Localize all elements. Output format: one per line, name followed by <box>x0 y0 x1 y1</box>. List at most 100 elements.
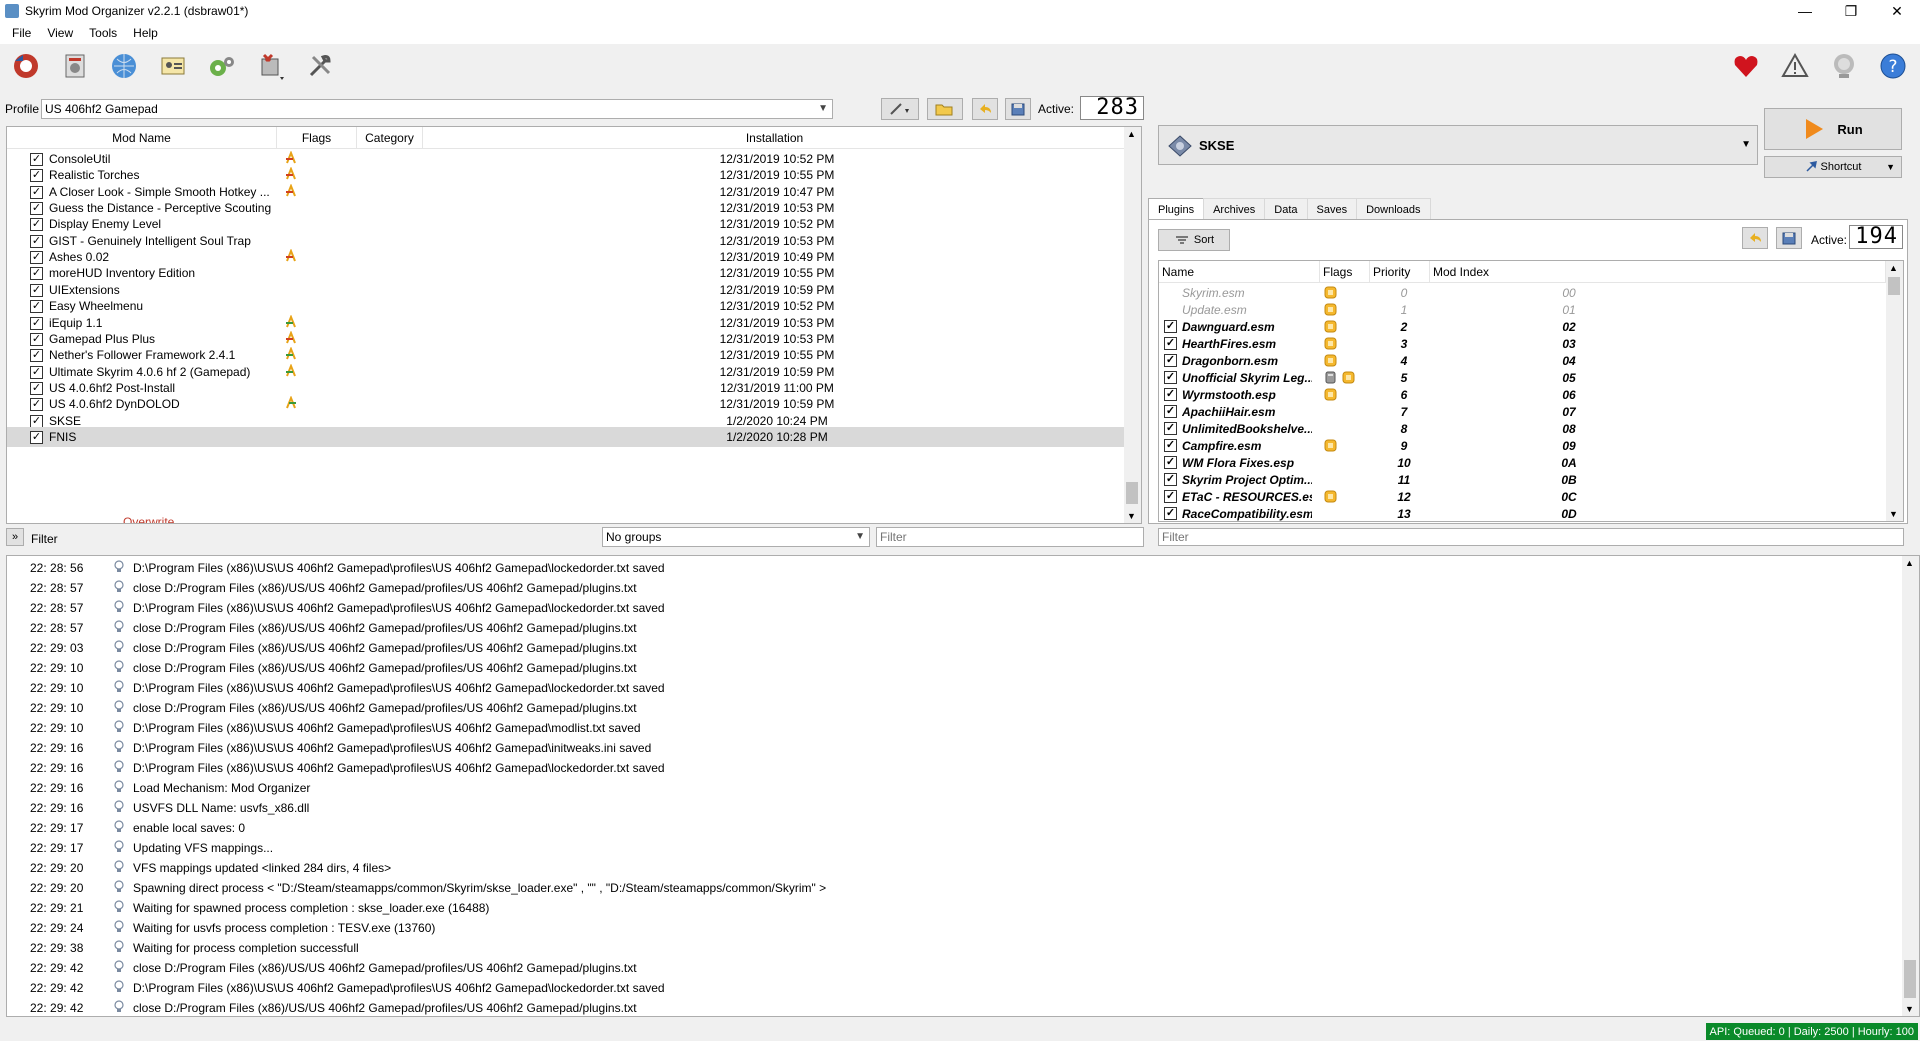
plugin-row[interactable]: ✓ Skyrim Project Optim... 11 0B <box>1159 471 1884 488</box>
plugin-checkbox[interactable]: ✓ <box>1164 422 1177 435</box>
profile-select[interactable]: US 406hf2 Gamepad ▼ <box>41 99 833 119</box>
plugin-list[interactable]: Name Flags Priority Mod Index Skyrim.esm… <box>1158 260 1904 522</box>
mod-checkbox[interactable]: ✓ <box>30 234 43 248</box>
menu-view[interactable]: View <box>39 26 81 40</box>
plugin-checkbox[interactable]: ✓ <box>1164 456 1177 469</box>
mod-checkbox[interactable]: ✓ <box>30 267 43 281</box>
executable-select[interactable]: SKSE ▼ <box>1158 125 1758 165</box>
mod-filter-input[interactable] <box>876 527 1144 547</box>
scroll-down-icon[interactable]: ▼ <box>1889 509 1898 519</box>
plugin-list-scrollbar[interactable]: ▲ ▼ <box>1886 261 1903 521</box>
mod-list-scrollbar[interactable]: ▲ ▼ <box>1124 127 1141 523</box>
mod-checkbox[interactable]: ✓ <box>30 430 43 444</box>
problems-icon[interactable] <box>1777 50 1813 82</box>
log-panel[interactable]: 22: 28: 56 D:\Program Files (x86)\US\US 4… <box>6 555 1920 1017</box>
scroll-up-icon[interactable]: ▲ <box>1127 129 1136 139</box>
header-installation[interactable]: Installation <box>423 127 1127 149</box>
plugin-row[interactable]: ✓ Dragonborn.esm 4 04 <box>1159 352 1884 369</box>
update-icon[interactable] <box>1826 50 1862 82</box>
tab-data[interactable]: Data <box>1264 198 1308 220</box>
tools-icon[interactable] <box>253 50 289 82</box>
header-category[interactable]: Category <box>357 127 423 149</box>
profiles-icon[interactable] <box>155 50 191 82</box>
mod-checkbox[interactable]: ✓ <box>30 398 43 412</box>
install-mod-icon[interactable] <box>57 50 93 82</box>
plugin-row[interactable]: ✓ Unofficial Skyrim Leg... 5 05 <box>1159 369 1884 386</box>
mod-checkbox[interactable]: ✓ <box>30 283 43 297</box>
plugin-checkbox[interactable]: ✓ <box>1164 490 1177 503</box>
open-folder-button[interactable] <box>927 98 963 120</box>
plugin-row[interactable]: ✓ UnlimitedBookshelve... 8 08 <box>1159 420 1884 437</box>
plugins-backup-button[interactable] <box>1776 227 1802 249</box>
menu-tools[interactable]: Tools <box>81 26 125 40</box>
plugin-row[interactable]: ✓ Dawnguard.esm 2 02 <box>1159 318 1884 335</box>
plugin-checkbox[interactable]: ✓ <box>1164 354 1177 367</box>
scroll-up-icon[interactable]: ▲ <box>1905 558 1914 568</box>
plugin-row[interactable]: ✓ HearthFires.esm 3 03 <box>1159 335 1884 352</box>
tab-saves[interactable]: Saves <box>1306 198 1358 220</box>
plugin-checkbox[interactable]: ✓ <box>1164 507 1177 520</box>
tab-downloads[interactable]: Downloads <box>1356 198 1431 220</box>
mod-actions-button[interactable] <box>881 98 919 120</box>
plugin-row[interactable]: ✓ ApachiiHair.esm 7 07 <box>1159 403 1884 420</box>
mod-checkbox[interactable]: ✓ <box>30 202 43 216</box>
nexus-icon[interactable] <box>106 50 142 82</box>
scroll-down-icon[interactable]: ▼ <box>1127 511 1136 521</box>
change-game-icon[interactable] <box>8 50 44 82</box>
plugin-checkbox[interactable]: ✓ <box>1164 405 1177 418</box>
executables-icon[interactable] <box>204 50 240 82</box>
plugin-filter-input[interactable] <box>1158 528 1904 546</box>
minimize-button[interactable]: — <box>1782 0 1828 22</box>
create-backup-button[interactable] <box>1005 98 1031 120</box>
scroll-thumb[interactable] <box>1888 277 1900 295</box>
endorse-icon[interactable] <box>1728 50 1764 82</box>
plugin-checkbox[interactable]: ✓ <box>1164 337 1177 350</box>
plugin-row[interactable]: Skyrim.esm 0 00 <box>1159 284 1884 301</box>
plugin-checkbox[interactable]: ✓ <box>1164 371 1177 384</box>
log-scrollbar[interactable]: ▲ ▼ <box>1902 556 1919 1016</box>
mod-checkbox[interactable]: ✓ <box>30 218 43 232</box>
maximize-button[interactable]: ❐ <box>1828 0 1874 22</box>
plugin-checkbox[interactable]: ✓ <box>1164 439 1177 452</box>
help-icon[interactable]: ? <box>1875 50 1911 82</box>
plugin-row[interactable]: ✓ WM Flora Fixes.esp 10 0A <box>1159 454 1884 471</box>
menu-file[interactable]: File <box>4 26 39 40</box>
menu-help[interactable]: Help <box>125 26 166 40</box>
groups-select[interactable]: No groups ▼ <box>602 527 870 547</box>
tab-archives[interactable]: Archives <box>1203 198 1266 220</box>
mod-checkbox[interactable]: ✓ <box>30 365 43 379</box>
mod-checkbox[interactable]: ✓ <box>30 251 43 265</box>
header-mod-name[interactable]: Mod Name <box>7 127 277 149</box>
mod-checkbox[interactable]: ✓ <box>30 300 43 314</box>
plugin-row[interactable]: ✓ ETaC - RESOURCES.esm 12 0C <box>1159 488 1884 505</box>
mod-checkbox[interactable]: ✓ <box>30 153 43 166</box>
scroll-thumb[interactable] <box>1904 960 1916 998</box>
tab-plugins[interactable]: Plugins <box>1148 198 1205 220</box>
mod-checkbox[interactable]: ✓ <box>30 316 43 330</box>
header-mod-index[interactable]: Mod Index <box>1430 261 1886 283</box>
plugin-row[interactable]: ✓ Wyrmstooth.esp 6 06 <box>1159 386 1884 403</box>
header-flags[interactable]: Flags <box>277 127 357 149</box>
scroll-up-icon[interactable]: ▲ <box>1889 263 1898 273</box>
mod-checkbox[interactable]: ✓ <box>30 381 43 395</box>
plugins-restore-button[interactable] <box>1742 227 1768 249</box>
settings-icon[interactable] <box>302 50 338 82</box>
header-plugin-flags[interactable]: Flags <box>1320 261 1370 283</box>
mod-checkbox[interactable]: ✓ <box>30 414 43 428</box>
toggle-categories-button[interactable]: » <box>6 528 24 546</box>
overwrite-item[interactable]: Overwrite <box>123 515 174 523</box>
sort-button[interactable]: Sort <box>1158 229 1230 251</box>
plugin-row[interactable]: ✓ Campfire.esm 9 09 <box>1159 437 1884 454</box>
mod-checkbox[interactable]: ✓ <box>30 185 43 199</box>
header-plugin-name[interactable]: Name <box>1159 261 1320 283</box>
plugin-checkbox[interactable]: ✓ <box>1164 473 1177 486</box>
plugin-row[interactable]: Update.esm 1 01 <box>1159 301 1884 318</box>
mod-row[interactable]: ✓ FNIS 1/2/2020 10:28 PM <box>7 426 1127 447</box>
restore-backup-button[interactable] <box>972 98 998 120</box>
scroll-down-icon[interactable]: ▼ <box>1905 1004 1914 1014</box>
header-priority[interactable]: Priority <box>1370 261 1430 283</box>
scroll-thumb[interactable] <box>1126 482 1138 504</box>
mod-checkbox[interactable]: ✓ <box>30 332 43 346</box>
run-button[interactable]: Run <box>1764 108 1902 150</box>
mod-checkbox[interactable]: ✓ <box>30 169 43 183</box>
